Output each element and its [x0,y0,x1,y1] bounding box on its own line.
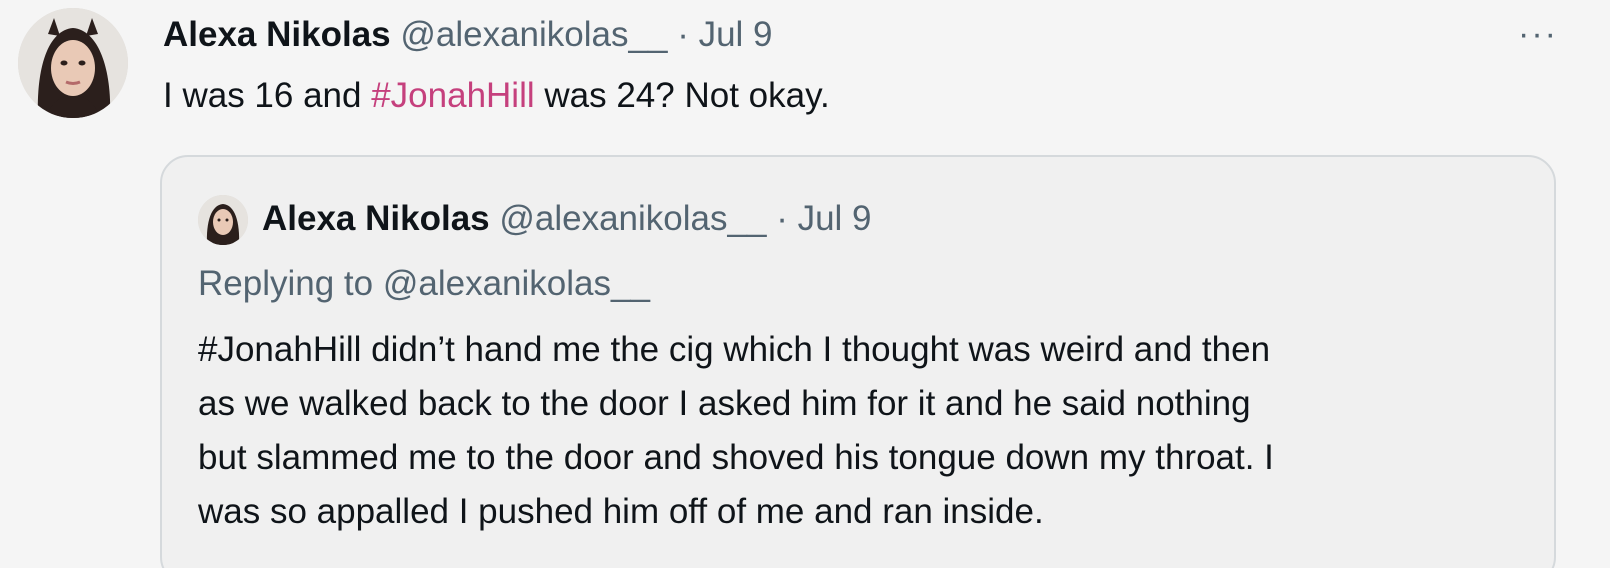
quoted-text-line: but slammed me to the door and shoved hi… [198,438,1274,477]
quoted-text-line: as we walked back to the door I asked hi… [198,384,1251,423]
tweet-text-after: was 24? Not okay. [534,76,830,115]
separator-dot: · [677,15,689,54]
more-horizontal-icon[interactable]: ··· [1518,17,1558,51]
replying-to: Replying to @alexanikolas__ [198,264,650,303]
quoted-date[interactable]: Jul 9 [798,199,872,238]
quoted-separator-dot: · [776,199,788,238]
tweet-date[interactable]: Jul 9 [699,15,773,54]
quoted-text: #JonahHill didn’t hand me the cig which … [198,323,1538,539]
quoted-avatar[interactable] [198,195,248,245]
quoted-avatar-image [198,195,248,245]
quoted-author-name[interactable]: Alexa Nikolas [262,199,490,238]
hashtag-link[interactable]: #JonahHill [371,76,534,115]
quoted-author-handle[interactable]: @alexanikolas__ [499,199,766,238]
tweet[interactable]: Alexa Nikolas @alexanikolas__ · Jul 9 ··… [0,0,1610,568]
quoted-text-line: #JonahHill didn’t hand me the cig which … [198,330,1271,369]
quoted-header: Alexa Nikolas @alexanikolas__ · Jul 9 [262,198,872,240]
tweet-header: Alexa Nikolas @alexanikolas__ · Jul 9 [163,14,773,56]
avatar-image [18,8,128,118]
author-handle[interactable]: @alexanikolas__ [400,15,667,54]
tweet-text: I was 16 and #JonahHill was 24? Not okay… [163,75,830,117]
author-name[interactable]: Alexa Nikolas [163,15,391,54]
quoted-tweet[interactable]: Alexa Nikolas @alexanikolas__ · Jul 9 Re… [160,155,1556,568]
avatar[interactable] [18,8,128,118]
tweet-text-before: I was 16 and [163,76,372,115]
quoted-text-line: was so appalled I pushed him off of me a… [198,492,1044,531]
